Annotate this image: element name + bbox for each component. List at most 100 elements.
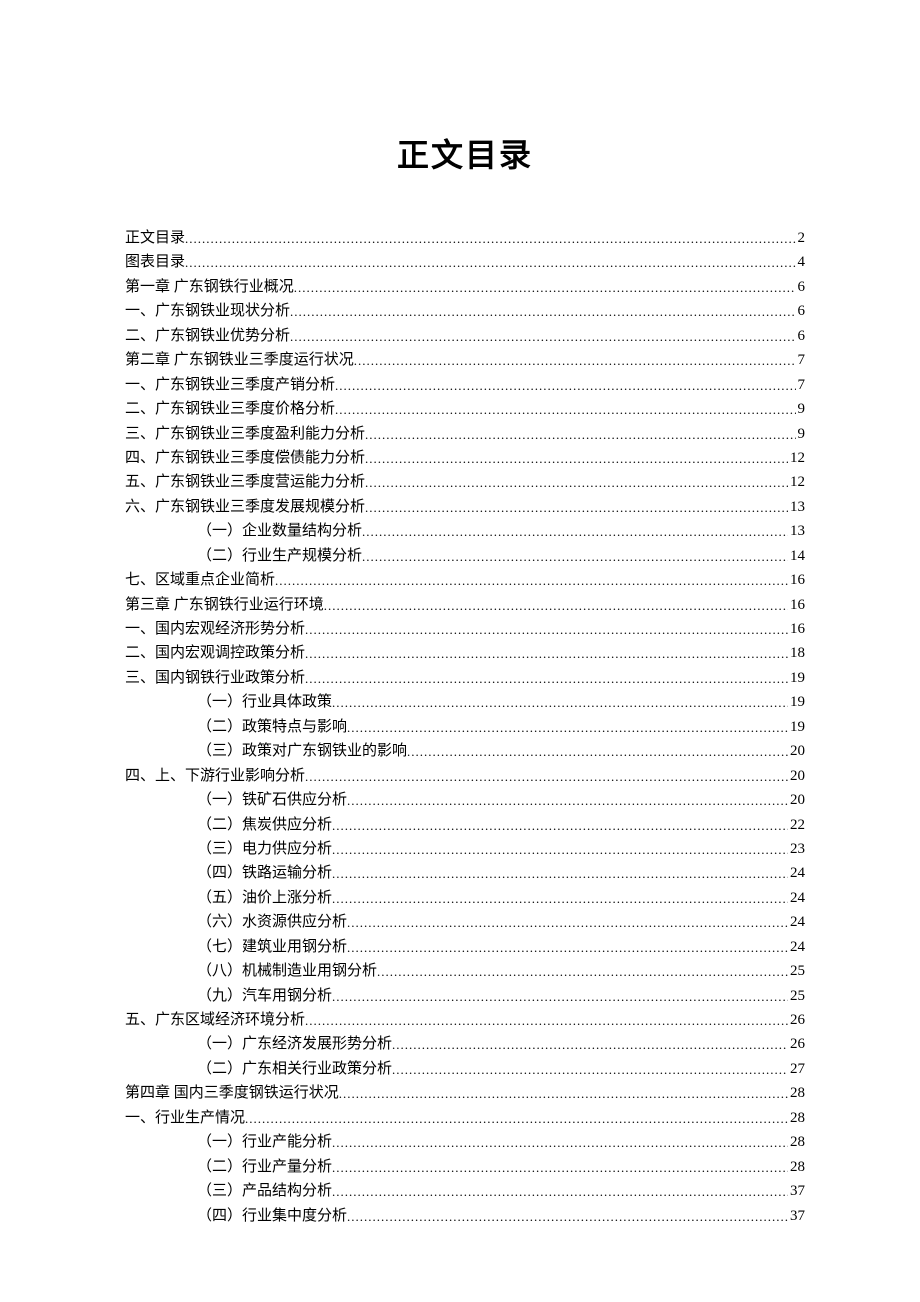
toc-entry: 三、广东钢铁业三季度盈利能力分析 9 xyxy=(125,422,805,446)
toc-entry: 六、广东钢铁业三季度发展规模分析13 xyxy=(125,495,805,519)
toc-entry: 二、国内宏观调控政策分析18 xyxy=(125,641,805,665)
toc-leader-dots xyxy=(339,1083,788,1104)
toc-entry: （一）铁矿石供应分析20 xyxy=(125,788,805,812)
toc-entry-label: 四、上、下游行业影响分析 xyxy=(125,764,305,788)
toc-entry-page: 27 xyxy=(788,1057,805,1081)
toc-entry-label: 五、广东钢铁业三季度营运能力分析 xyxy=(125,470,365,494)
toc-entry-label: （二）政策特点与影响 xyxy=(197,715,347,739)
toc-entry-page: 22 xyxy=(788,813,805,837)
toc-entry-page: 26 xyxy=(788,1032,805,1056)
toc-entry-page: 13 xyxy=(788,519,805,543)
toc-entry: （七）建筑业用钢分析24 xyxy=(125,935,805,959)
toc-leader-dots xyxy=(275,570,788,591)
toc-entry: 五、广东区域经济环境分析 26 xyxy=(125,1008,805,1032)
toc-entry: （二）行业生产规模分析 14 xyxy=(125,544,805,568)
toc-leader-dots xyxy=(294,277,796,298)
toc-entry: （二）焦炭供应分析 22 xyxy=(125,813,805,837)
toc-entry: （三）产品结构分析37 xyxy=(125,1179,805,1203)
toc-entry-page: 24 xyxy=(788,886,805,910)
toc-leader-dots xyxy=(324,595,788,616)
toc-entry: （一）行业产能分析28 xyxy=(125,1130,805,1154)
toc-entry-label: （一）行业具体政策 xyxy=(197,690,332,714)
toc-leader-dots xyxy=(290,326,795,347)
toc-entry: 第三章 广东钢铁行业运行环境 16 xyxy=(125,593,805,617)
toc-leader-dots xyxy=(332,1157,788,1178)
toc-leader-dots xyxy=(332,986,788,1007)
toc-entry-label: （八）机械制造业用钢分析 xyxy=(197,959,377,983)
toc-entry-label: （四）行业集中度分析 xyxy=(197,1204,347,1228)
toc-entry-page: 6 xyxy=(796,299,806,323)
toc-entry-label: 一、广东钢铁业现状分析 xyxy=(125,299,290,323)
toc-entry-label: （三）电力供应分析 xyxy=(197,837,332,861)
toc-leader-dots xyxy=(332,863,788,884)
toc-leader-dots xyxy=(332,815,788,836)
toc-entry-page: 24 xyxy=(788,935,805,959)
toc-entry: （三）政策对广东钢铁业的影响 20 xyxy=(125,739,805,763)
toc-entry-label: （二）行业生产规模分析 xyxy=(197,544,362,568)
toc-entry-page: 9 xyxy=(796,397,806,421)
toc-entry-label: 图表目录 xyxy=(125,250,185,274)
toc-leader-dots xyxy=(332,888,788,909)
toc-entry: 一、国内宏观经济形势分析16 xyxy=(125,617,805,641)
toc-entry-label: 第一章 广东钢铁行业概况 xyxy=(125,275,294,299)
toc-entry: （三）电力供应分析23 xyxy=(125,837,805,861)
toc-entry-page: 19 xyxy=(788,715,805,739)
toc-entry-label: 第二章 广东钢铁业三季度运行状况 xyxy=(125,348,354,372)
toc-leader-dots xyxy=(185,228,795,249)
toc-entry-page: 16 xyxy=(788,568,805,592)
toc-entry-label: （五）油价上涨分析 xyxy=(197,886,332,910)
toc-leader-dots xyxy=(354,350,796,371)
toc-entry-page: 28 xyxy=(788,1106,805,1130)
toc-entry-page: 9 xyxy=(796,422,806,446)
toc-leader-dots xyxy=(392,1059,788,1080)
toc-leader-dots xyxy=(332,1181,788,1202)
toc-entry-label: 三、国内钢铁行业政策分析 xyxy=(125,666,305,690)
toc-entry-page: 4 xyxy=(796,250,806,274)
toc-entry: 第二章 广东钢铁业三季度运行状况 7 xyxy=(125,348,805,372)
toc-entry-label: 七、区域重点企业简析 xyxy=(125,568,275,592)
toc-entry-page: 7 xyxy=(796,348,806,372)
toc-entry-page: 20 xyxy=(788,764,805,788)
toc-entry: （二）行业产量分析28 xyxy=(125,1155,805,1179)
toc-entry: 四、广东钢铁业三季度偿债能力分析12 xyxy=(125,446,805,470)
toc-entry: 三、国内钢铁行业政策分析19 xyxy=(125,666,805,690)
toc-entry-page: 25 xyxy=(788,959,805,983)
toc-entry: （八）机械制造业用钢分析 25 xyxy=(125,959,805,983)
toc-entry-label: （六）水资源供应分析 xyxy=(197,910,347,934)
toc-entry: （二）政策特点与影响 19 xyxy=(125,715,805,739)
toc-leader-dots xyxy=(362,546,788,567)
toc-entry: 图表目录 4 xyxy=(125,250,805,274)
toc-entry: 一、广东钢铁业三季度产销分析7 xyxy=(125,373,805,397)
toc-entry-label: 第三章 广东钢铁行业运行环境 xyxy=(125,593,324,617)
toc-entry-label: 六、广东钢铁业三季度发展规模分析 xyxy=(125,495,365,519)
toc-entry-label: 二、国内宏观调控政策分析 xyxy=(125,641,305,665)
toc-entry-page: 20 xyxy=(788,788,805,812)
toc-entry-page: 37 xyxy=(788,1204,805,1228)
toc-entry-page: 28 xyxy=(788,1130,805,1154)
toc-leader-dots xyxy=(377,961,788,982)
toc-entry: （四）铁路运输分析24 xyxy=(125,861,805,885)
toc-entry-label: （三）政策对广东钢铁业的影响 xyxy=(197,739,407,763)
toc-entry-page: 37 xyxy=(788,1179,805,1203)
toc-leader-dots xyxy=(335,399,795,420)
toc-entry-label: （二）焦炭供应分析 xyxy=(197,813,332,837)
toc-entry: （一）广东经济发展形势分析26 xyxy=(125,1032,805,1056)
toc-entry: （九）汽车用钢分析25 xyxy=(125,984,805,1008)
toc-entry: 一、广东钢铁业现状分析 6 xyxy=(125,299,805,323)
toc-entry: （一）行业具体政策19 xyxy=(125,690,805,714)
toc-entry-page: 24 xyxy=(788,910,805,934)
toc-entry-page: 14 xyxy=(788,544,805,568)
toc-leader-dots xyxy=(332,1132,788,1153)
toc-leader-dots xyxy=(365,448,788,469)
toc-entry-page: 25 xyxy=(788,984,805,1008)
toc-entry-label: （二）广东相关行业政策分析 xyxy=(197,1057,392,1081)
toc-entry-label: 第四章 国内三季度钢铁运行状况 xyxy=(125,1081,339,1105)
toc-entry-label: 三、广东钢铁业三季度盈利能力分析 xyxy=(125,422,365,446)
toc-entry: 七、区域重点企业简析 16 xyxy=(125,568,805,592)
toc-entry-label: 一、行业生产情况 xyxy=(125,1106,245,1130)
toc-entry-label: 五、广东区域经济环境分析 xyxy=(125,1008,305,1032)
toc-entry: （四）行业集中度分析 37 xyxy=(125,1204,805,1228)
toc-entry-page: 26 xyxy=(788,1008,805,1032)
toc-entry-page: 16 xyxy=(788,593,805,617)
toc-entry-page: 20 xyxy=(788,739,805,763)
